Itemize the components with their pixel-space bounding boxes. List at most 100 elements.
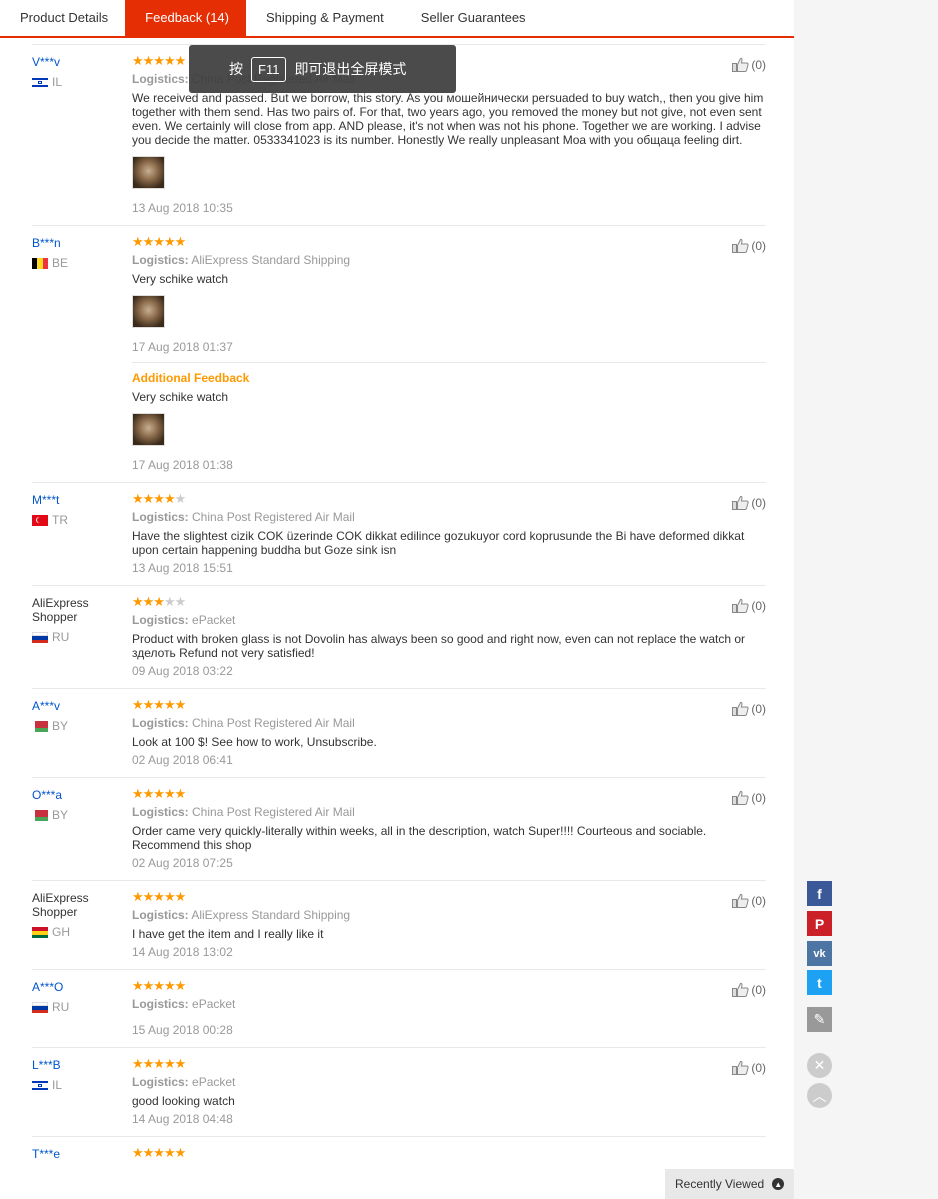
country-flag-icon	[32, 720, 48, 732]
fullscreen-toast: 按 F11 即可退出全屏模式	[189, 45, 456, 93]
twitter-share-icon[interactable]: t	[807, 970, 832, 995]
review-date: 02 Aug 2018 07:25	[132, 856, 233, 870]
toast-text-after: 即可退出全屏模式	[294, 61, 407, 77]
helpful-button[interactable]: (0)	[732, 238, 766, 253]
helpful-button[interactable]: (0)	[732, 495, 766, 510]
recently-viewed-button[interactable]: Recently Viewed ▲	[665, 1169, 794, 1199]
helpful-count: (0)	[751, 982, 766, 997]
reviewer-country: IL	[32, 75, 124, 89]
reviewer-country: BY	[32, 719, 124, 733]
reviewer-name[interactable]: O***a	[32, 788, 124, 802]
tab-shipping-payment[interactable]: Shipping & Payment	[246, 0, 401, 36]
reviewer-name[interactable]: M***t	[32, 493, 124, 507]
facebook-share-icon[interactable]: f	[807, 881, 832, 906]
logistics-info: Logistics: China Post Registered Air Mai…	[132, 716, 766, 730]
tab-product-details[interactable]: Product Details	[0, 0, 125, 36]
review-text: Look at 100 $! See how to work, Unsubscr…	[132, 735, 377, 749]
country-code: BY	[52, 808, 69, 822]
reviewer-country: TR	[32, 513, 124, 527]
review-item: A***v BY ★★★★★ Logistics: China Post Regist…	[32, 688, 766, 777]
country-flag-icon	[32, 631, 48, 643]
logistics-value: China Post Registered Air Mail	[192, 805, 355, 819]
helpful-button[interactable]: (0)	[732, 790, 766, 805]
helpful-count: (0)	[751, 598, 766, 613]
review-body: ★★★★★ Logistics: China Post Registered Ai…	[132, 491, 766, 575]
scroll-top-icon[interactable]: ︿	[807, 1083, 832, 1108]
logistics-info: Logistics: AliExpress Standard Shipping	[132, 253, 766, 267]
review-photo[interactable]	[132, 295, 165, 328]
tab-feedback[interactable]: Feedback (14)	[125, 0, 246, 36]
additional-feedback: Additional Feedback Very schike watch 17 A…	[132, 362, 766, 472]
reviewer-info: T***e	[32, 1147, 124, 1161]
star-rating: ★★★★★	[132, 491, 186, 506]
thumbs-up-icon	[732, 57, 751, 72]
review-text: I have get the item and I really like it	[132, 927, 324, 941]
review-photo[interactable]	[132, 413, 165, 446]
edit-icon[interactable]: ✎	[807, 1007, 832, 1032]
reviewer-country: RU	[32, 630, 124, 644]
review-date: 02 Aug 2018 06:41	[132, 753, 233, 767]
review-item: T***e ★★★★★	[32, 1136, 766, 1169]
review-body: ★★★★★ Logistics: China Post Registered Ai…	[132, 698, 766, 767]
reviewer-info: B***n BE	[32, 236, 124, 270]
review-text: We received and passed. But we borrow, t…	[132, 91, 764, 147]
recently-viewed-label: Recently Viewed	[675, 1177, 765, 1191]
review-date: 14 Aug 2018 04:48	[132, 1112, 233, 1126]
logistics-info: Logistics: ePacket	[132, 613, 766, 627]
helpful-button[interactable]: (0)	[732, 1060, 766, 1075]
pinterest-share-icon[interactable]: P	[807, 911, 832, 936]
logistics-label: Logistics:	[132, 613, 189, 627]
thumbs-up-icon	[732, 982, 751, 997]
review-text: Very schike watch	[132, 272, 229, 286]
reviewer-info: AliExpress Shopper GH	[32, 891, 124, 939]
review-item: L***B IL ★★★★★ Logistics: ePacket good looki…	[32, 1047, 766, 1136]
vk-share-icon[interactable]: vk	[807, 941, 832, 966]
logistics-info: Logistics: China Post Registered Air Mai…	[132, 805, 766, 819]
helpful-button[interactable]: (0)	[732, 893, 766, 908]
reviewer-name[interactable]: B***n	[32, 236, 124, 250]
star-rating: ★★★★★	[132, 1056, 186, 1071]
logistics-value: ePacket	[192, 613, 236, 627]
helpful-button[interactable]: (0)	[732, 982, 766, 997]
logistics-label: Logistics:	[132, 716, 189, 730]
country-code: IL	[52, 1078, 63, 1092]
star-rating: ★★★★★	[132, 889, 186, 904]
helpful-button[interactable]: (0)	[732, 598, 766, 613]
reviewer-info: L***B IL	[32, 1058, 124, 1092]
review-date: 13 Aug 2018 10:35	[132, 201, 233, 215]
reviewer-name[interactable]: A***v	[32, 699, 124, 713]
page: Product Details Feedback (14) Shipping &…	[0, 0, 938, 1199]
tab-seller-guarantees[interactable]: Seller Guarantees	[401, 0, 543, 36]
toast-key: F11	[251, 56, 287, 82]
review-photo[interactable]	[132, 156, 165, 189]
country-code: RU	[52, 1000, 70, 1014]
reviewer-info: AliExpress Shopper RU	[32, 596, 124, 644]
country-code: GH	[52, 925, 70, 939]
close-icon[interactable]: ✕	[807, 1053, 832, 1078]
reviewer-country: RU	[32, 1000, 124, 1014]
logistics-label: Logistics:	[132, 510, 189, 524]
review-item: AliExpress Shopper RU ★★★★★ Logistics: ePac…	[32, 585, 766, 688]
thumbs-up-icon	[732, 495, 751, 510]
additional-feedback-title: Additional Feedback	[132, 371, 250, 385]
thumbs-up-icon	[732, 893, 751, 908]
reviewer-info: A***O RU	[32, 980, 124, 1014]
country-code: IL	[52, 75, 63, 89]
helpful-button[interactable]: (0)	[732, 57, 766, 72]
reviewer-name[interactable]: L***B	[32, 1058, 124, 1072]
logistics-value: AliExpress Standard Shipping	[191, 253, 351, 267]
star-rating: ★★★★★	[132, 786, 186, 801]
reviewer-name[interactable]: A***O	[32, 980, 124, 994]
review-date: 17 Aug 2018 01:37	[132, 340, 233, 354]
thumbs-up-icon	[732, 238, 751, 253]
reviewer-name[interactable]: V***v	[32, 55, 124, 69]
review-body: ★★★★★	[132, 1146, 766, 1159]
reviewer-name[interactable]: T***e	[32, 1147, 124, 1161]
star-rating: ★★★★★	[132, 234, 186, 249]
helpful-button[interactable]: (0)	[732, 701, 766, 716]
reviewer-name: AliExpress Shopper	[32, 596, 89, 624]
country-code: TR	[52, 513, 68, 527]
review-item: AliExpress Shopper GH ★★★★★ Logistics: AliE…	[32, 880, 766, 969]
helpful-count: (0)	[751, 57, 766, 72]
logistics-value: AliExpress Standard Shipping	[191, 908, 351, 922]
